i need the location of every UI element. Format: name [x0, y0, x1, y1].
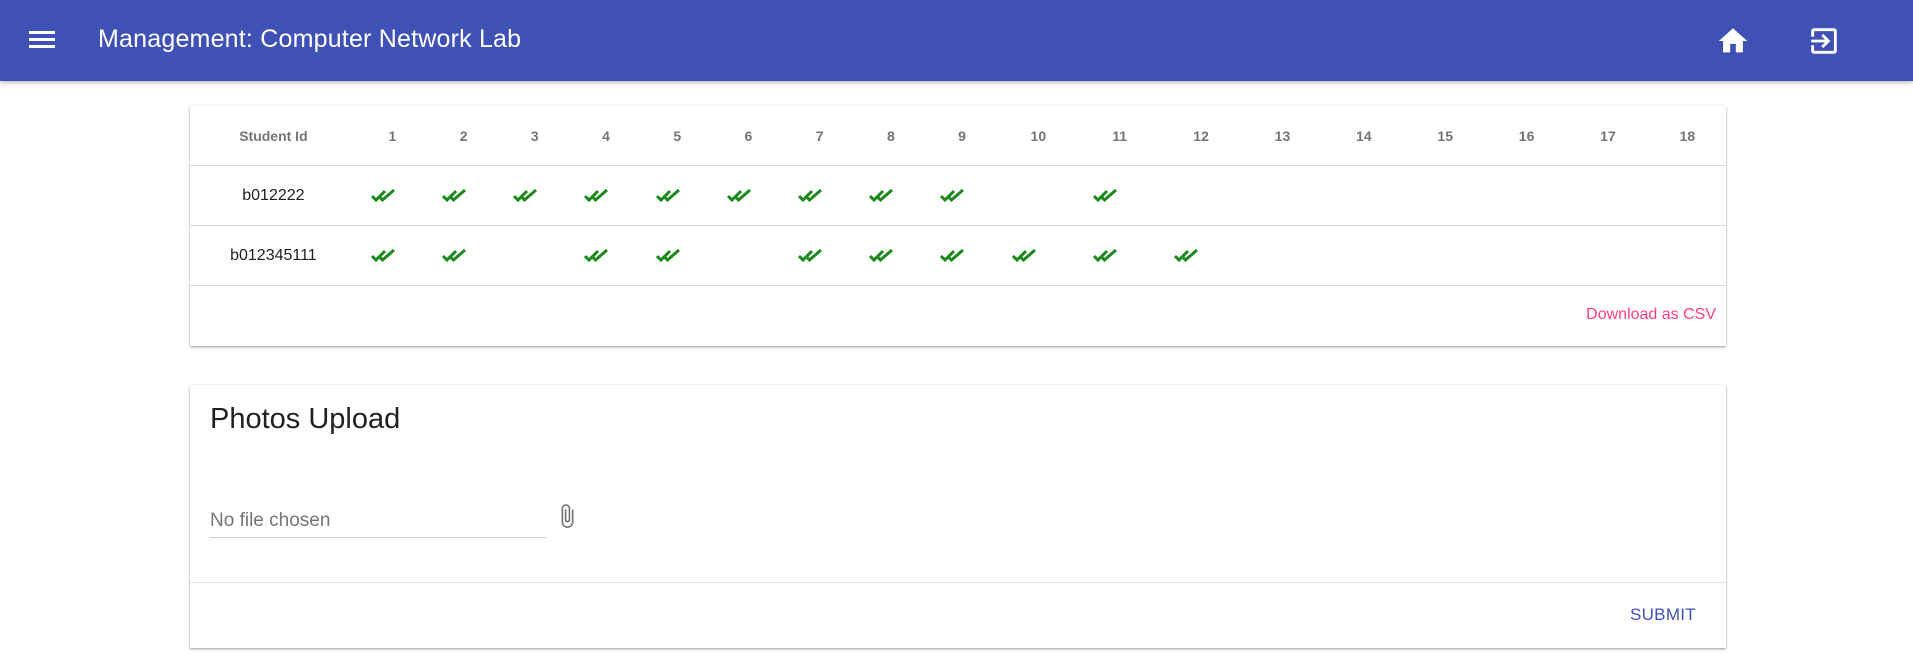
column-header-session: 8	[855, 106, 927, 166]
attendance-cell	[570, 225, 642, 286]
attendance-cell	[1485, 225, 1568, 286]
student-id-cell: b012222	[190, 165, 357, 226]
column-header-session: 16	[1485, 106, 1568, 166]
column-header-session: 17	[1567, 106, 1649, 166]
table-row: b012345111	[190, 225, 1726, 286]
attendance-cell	[570, 165, 642, 226]
double-check-icon	[869, 247, 897, 264]
column-header-session: 10	[997, 106, 1080, 166]
card-divider	[190, 582, 1726, 583]
column-header-session: 12	[1160, 106, 1242, 166]
attendance-cell	[641, 225, 713, 286]
double-check-icon	[797, 187, 826, 204]
double-check-icon	[1011, 247, 1040, 264]
attendance-cell	[712, 165, 785, 226]
double-check-icon	[655, 247, 684, 264]
column-header-session: 5	[641, 106, 713, 166]
attendance-cell	[1404, 165, 1486, 226]
double-check-icon	[1092, 187, 1121, 204]
double-check-icon	[940, 187, 968, 204]
column-header-student-id: Student Id	[190, 106, 357, 166]
app-title: Management: Computer Network Lab	[98, 25, 522, 53]
double-check-icon	[441, 247, 470, 264]
table-header-row: Student Id 1 2 3 4 5 6 7 8 9 10 11 12 13 14 15 16 17 18	[190, 106, 1726, 166]
attendance-cell	[499, 165, 571, 226]
attendance-card: Student Id 1 2 3 4 5 6 7 8 9 10 11 12 13 14 15 16 17 18 b0…	[190, 106, 1726, 346]
attendance-cell	[356, 165, 429, 226]
double-check-icon	[584, 187, 612, 204]
attendance-table: Student Id 1 2 3 4 5 6 7 8 9 10 11 12 13 14 15 16 17 18 b0…	[190, 106, 1726, 286]
attendance-cell	[1160, 225, 1242, 286]
home-icon[interactable]	[1716, 24, 1750, 58]
column-header-session: 1	[356, 106, 429, 166]
column-header-session: 14	[1323, 106, 1405, 166]
attendance-cell	[926, 225, 998, 286]
attendance-cell	[1323, 225, 1405, 286]
attendance-cell	[712, 225, 785, 286]
attendance-cell	[784, 165, 856, 226]
menu-icon[interactable]	[26, 26, 58, 54]
attendance-cell	[997, 225, 1080, 286]
top-app-bar: Management: Computer Network Lab	[0, 0, 1913, 81]
column-header-session: 6	[712, 106, 785, 166]
attendance-cell	[641, 165, 713, 226]
download-csv-link[interactable]: Download as CSV	[1586, 306, 1716, 324]
double-check-icon	[513, 187, 541, 204]
column-header-session: 18	[1648, 106, 1726, 166]
attendance-cell	[1241, 165, 1324, 226]
attendance-cell	[499, 225, 571, 286]
double-check-icon	[584, 247, 612, 264]
submit-button[interactable]: SUBMIT	[1630, 605, 1696, 625]
column-header-session: 13	[1241, 106, 1324, 166]
attendance-cell	[926, 165, 998, 226]
column-header-session: 2	[428, 106, 500, 166]
double-check-icon	[726, 187, 755, 204]
attendance-cell	[428, 225, 500, 286]
attendance-cell	[1404, 225, 1486, 286]
double-check-icon	[797, 247, 826, 264]
double-check-icon	[370, 187, 399, 204]
column-header-session: 9	[926, 106, 998, 166]
double-check-icon	[441, 187, 470, 204]
attendance-cell	[428, 165, 500, 226]
double-check-icon	[1174, 247, 1202, 264]
exit-icon[interactable]	[1807, 24, 1841, 58]
attendance-cell	[1160, 165, 1242, 226]
attendance-cell	[855, 225, 927, 286]
attendance-cell	[1079, 225, 1161, 286]
file-input-placeholder: No file chosen	[210, 510, 331, 531]
upload-title: Photos Upload	[210, 403, 401, 435]
attendance-cell	[1323, 165, 1405, 226]
column-header-session: 3	[499, 106, 571, 166]
attendance-cell	[997, 165, 1080, 226]
attendance-cell	[356, 225, 429, 286]
double-check-icon	[1092, 247, 1121, 264]
file-input[interactable]: No file chosen	[210, 507, 546, 538]
photos-upload-card: Photos Upload No file chosen SUBMIT	[190, 385, 1726, 648]
student-id-cell: b012345111	[190, 225, 357, 286]
attendance-cell	[1648, 165, 1726, 226]
column-header-session: 4	[570, 106, 642, 166]
table-row: b012222	[190, 165, 1726, 226]
attendance-cell	[1079, 165, 1161, 226]
attendance-cell	[1648, 225, 1726, 286]
double-check-icon	[869, 187, 897, 204]
double-check-icon	[370, 247, 399, 264]
column-header-session: 7	[784, 106, 856, 166]
double-check-icon	[655, 187, 684, 204]
column-header-session: 11	[1079, 106, 1161, 166]
attendance-cell	[1485, 165, 1568, 226]
column-header-session: 15	[1404, 106, 1486, 166]
attendance-cell	[1567, 165, 1649, 226]
double-check-icon	[940, 247, 968, 264]
attendance-cell	[1241, 225, 1324, 286]
attendance-cell	[784, 225, 856, 286]
attendance-cell	[855, 165, 927, 226]
attendance-cell	[1567, 225, 1649, 286]
paperclip-icon[interactable]	[554, 499, 580, 533]
